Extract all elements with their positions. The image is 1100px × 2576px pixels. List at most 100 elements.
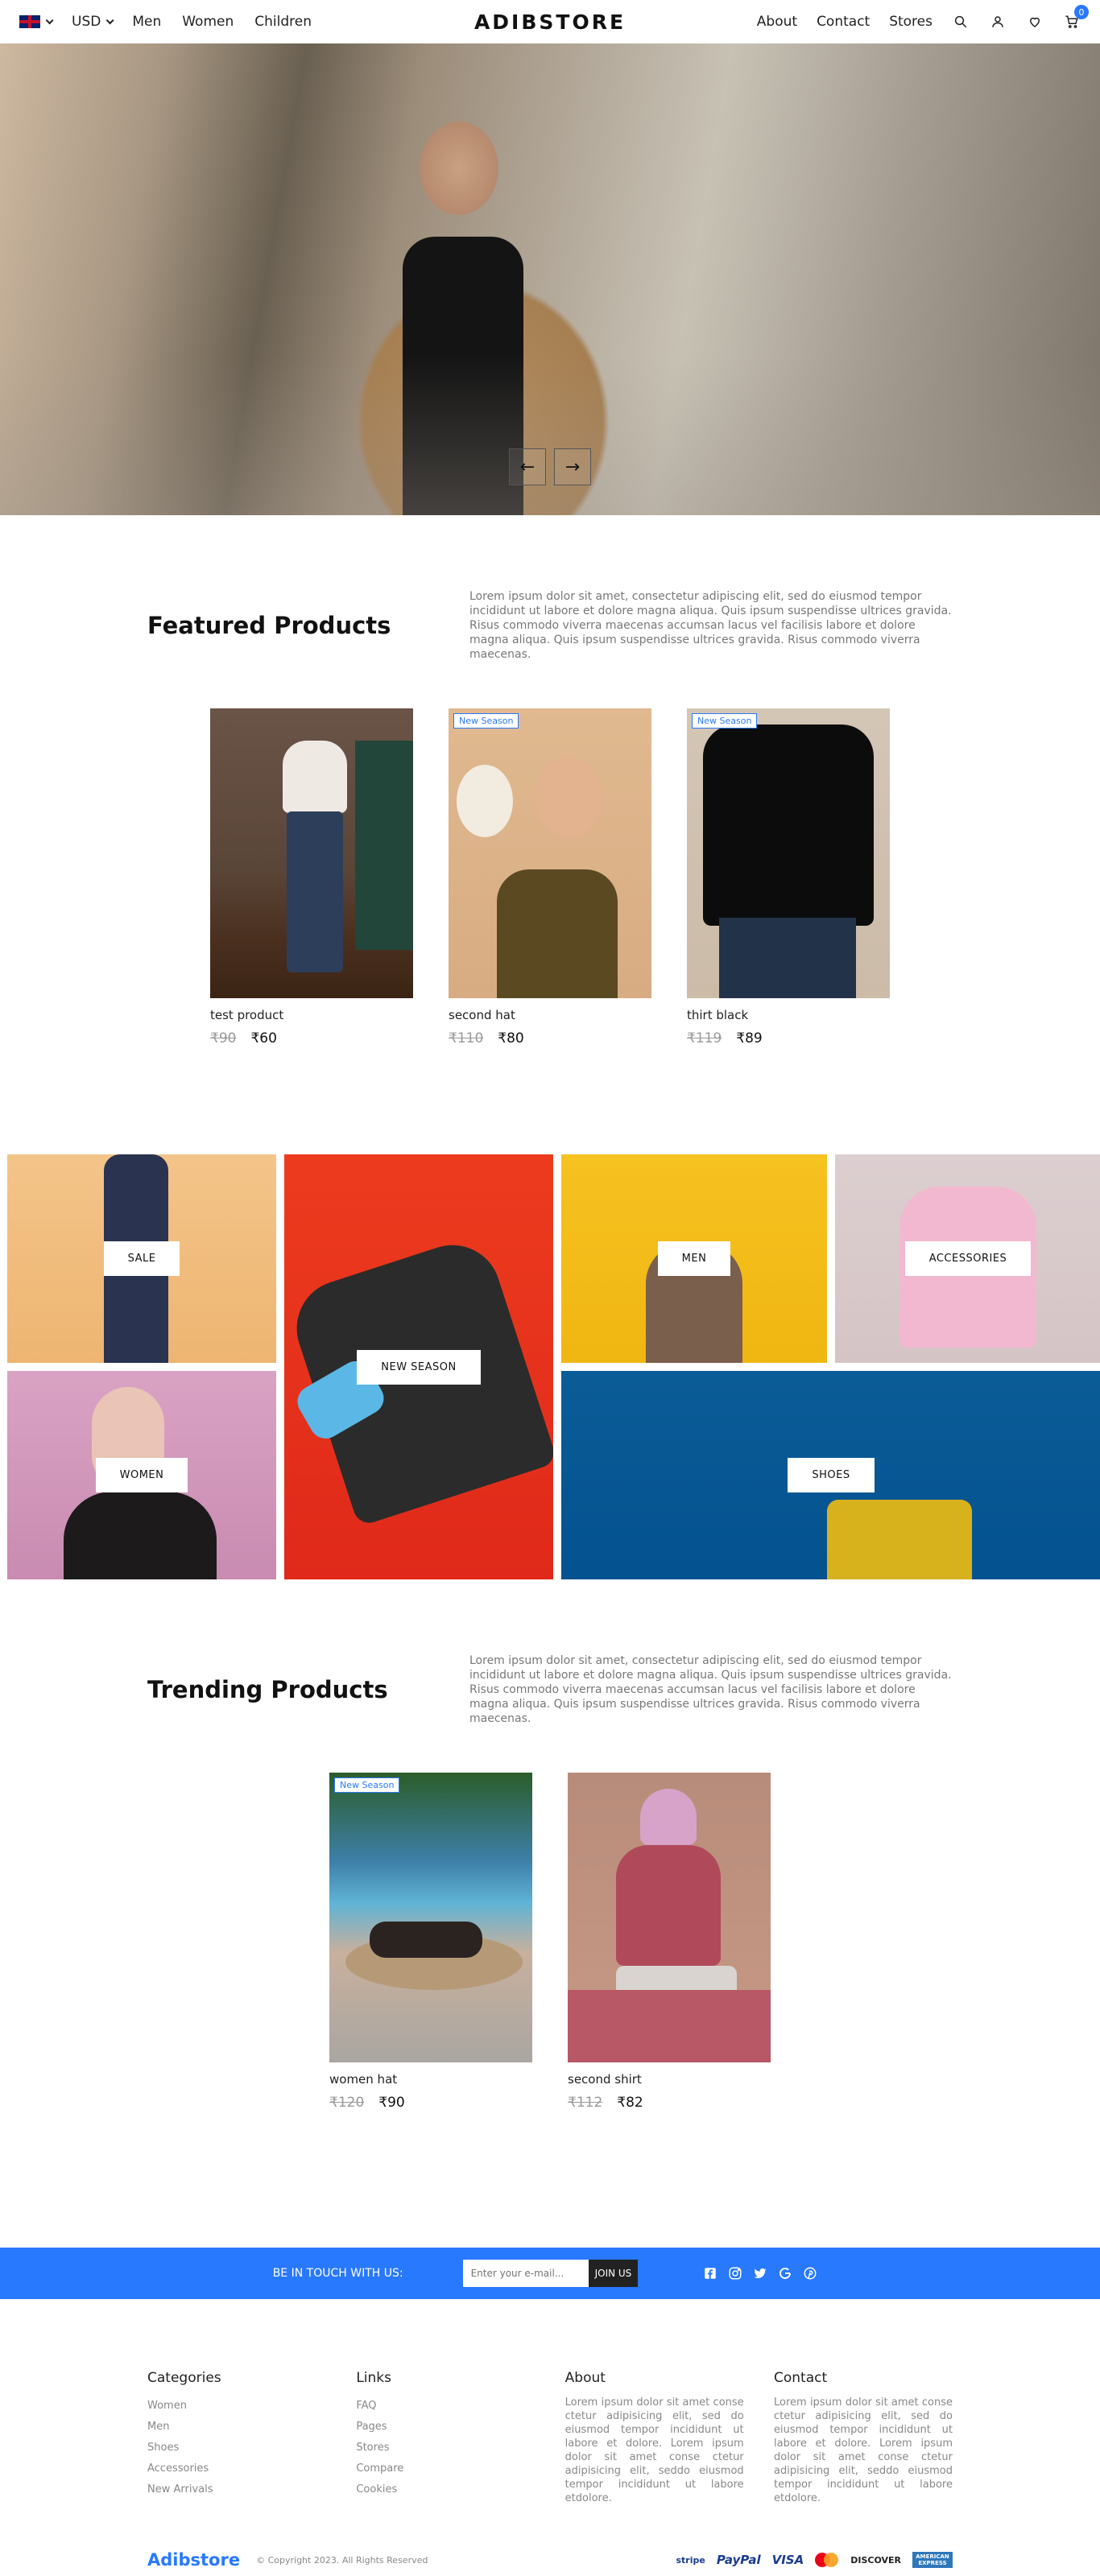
product-old-price: ₹119 [687,1030,722,1046]
footer: Categories Women Men Shoes Accessories N… [147,2299,953,2576]
account-button[interactable] [989,13,1007,31]
category-tile-new-season[interactable]: NEW SEASON [284,1154,553,1579]
product-name[interactable]: second shirt [568,2072,771,2087]
product-price: ₹119 ₹89 [687,1030,890,1046]
footer-link-faq[interactable]: FAQ [356,2396,535,2417]
hero-arrows: ← → [509,448,599,485]
footer-link-new-arrivals[interactable]: New Arrivals [147,2479,326,2500]
footer-about: About Lorem ipsum dolor sit amet conse c… [565,2370,744,2505]
google-link[interactable] [777,2265,793,2281]
product-current-price: ₹80 [498,1030,524,1046]
footer-columns: Categories Women Men Shoes Accessories N… [147,2370,953,2505]
currency-label: USD [72,14,101,30]
google-icon [780,2268,792,2279]
nav-link-contact[interactable]: Contact [817,14,870,30]
wishlist-button[interactable] [1026,13,1044,31]
pinterest-link[interactable] [802,2265,818,2281]
top-navbar: USD Men Women Children ADIBSTORE About C… [0,0,1100,43]
product-name[interactable]: second hat [449,1008,651,1022]
category-label-men[interactable]: MEN [657,1241,731,1276]
footer-link-women[interactable]: Women [147,2396,326,2417]
product-price: ₹110 ₹80 [449,1030,651,1046]
facebook-icon [705,2268,717,2279]
product-image[interactable]: New Season [329,1773,532,2062]
newsletter-email-input[interactable] [462,2260,589,2287]
pinterest-icon [804,2267,817,2280]
category-tile-sale[interactable]: SALE [7,1154,276,1363]
product-price: ₹90 ₹60 [210,1030,413,1046]
footer-link-compare[interactable]: Compare [356,2458,535,2479]
category-label-women[interactable]: WOMEN [95,1458,188,1492]
product-card-thirt-black[interactable]: New Season thirt black ₹119 ₹89 [687,708,890,1046]
trending-description: Lorem ipsum dolor sit amet, consectetur … [469,1654,952,1725]
product-card-second-hat[interactable]: New Season second hat ₹110 ₹80 [449,708,651,1046]
product-current-price: ₹82 [617,2095,643,2111]
join-us-button[interactable]: JOIN US [588,2260,639,2287]
footer-link-pages[interactable]: Pages [356,2417,535,2438]
product-image[interactable]: New Season [687,708,890,998]
instagram-link[interactable] [727,2265,743,2281]
category-label-sale[interactable]: SALE [103,1241,180,1276]
product-old-price: ₹120 [329,2095,365,2111]
nav-left: USD Men Women Children [19,14,333,30]
category-label-shoes[interactable]: SHOES [788,1458,875,1492]
hero-prev-button[interactable]: ← [509,448,546,485]
category-label-accessories[interactable]: ACCESSORIES [904,1241,1032,1276]
currency-selector[interactable]: USD [72,14,114,30]
product-card-women-hat[interactable]: New Season women hat ₹120 ₹90 [329,1773,532,2111]
category-tile-men[interactable]: MEN [561,1154,827,1363]
footer-link-men[interactable]: Men [147,2417,326,2438]
paypal-logo-icon: PayPal [716,2553,761,2567]
product-name[interactable]: women hat [329,2072,532,2087]
featured-products-section: Featured Products Lorem ipsum dolor sit … [0,515,1100,1046]
footer-bottom: Adibstore © Copyright 2023. All Rights R… [147,2544,953,2576]
twitter-link[interactable] [752,2265,768,2281]
category-tile-women[interactable]: WOMEN [7,1371,276,1579]
search-button[interactable] [952,13,970,31]
product-current-price: ₹89 [736,1030,763,1046]
product-image[interactable] [210,708,413,998]
trending-product-list: New Season women hat ₹120 ₹90 second shir… [0,1773,1100,2111]
nav-link-stores[interactable]: Stores [889,14,933,30]
category-label-new-season[interactable]: NEW SEASON [357,1349,481,1385]
product-image[interactable]: New Season [449,708,651,998]
product-old-price: ₹110 [449,1030,484,1046]
nav-right: About Contact Stores 0 [738,5,1089,31]
nav-link-about[interactable]: About [757,14,797,30]
trending-products-section: Trending Products Lorem ipsum dolor sit … [0,1579,1100,2111]
footer-link-cookies[interactable]: Cookies [356,2479,535,2500]
chevron-down-icon [105,15,114,24]
heart-icon [1029,17,1040,27]
footer-brand[interactable]: Adibstore [147,2550,240,2570]
nav-link-children[interactable]: Children [254,14,312,30]
copyright-text: © Copyright 2023. All Rights Reserved [256,2554,428,2566]
product-old-price: ₹112 [568,2095,603,2111]
category-tile-shoes[interactable]: SHOES [561,1371,1100,1579]
category-tile-accessories[interactable]: ACCESSORIES [835,1154,1100,1363]
nav-link-women[interactable]: Women [182,14,234,30]
product-name[interactable]: thirt black [687,1008,890,1022]
product-card-test-product[interactable]: test product ₹90 ₹60 [210,708,413,1046]
footer-categories-title: Categories [147,2370,221,2386]
footer-link-stores[interactable]: Stores [356,2438,535,2458]
site-logo[interactable]: ADIBSTORE [474,10,626,34]
cart-button[interactable]: 0 [1063,5,1089,31]
footer-links-title: Links [356,2370,391,2386]
facebook-link[interactable] [702,2265,718,2281]
product-card-second-shirt[interactable]: second shirt ₹112 ₹82 [568,1773,771,2111]
product-name[interactable]: test product [210,1008,413,1022]
hero-next-button[interactable]: → [554,448,591,485]
footer-link-shoes[interactable]: Shoes [147,2438,326,2458]
footer-link-accessories[interactable]: Accessories [147,2458,326,2479]
instagram-icon [729,2267,742,2280]
stripe-logo-icon: stripe [676,2554,705,2566]
product-price: ₹120 ₹90 [329,2095,532,2111]
amex-logo-icon: AMERICAN EXPRESS [912,2552,953,2568]
product-current-price: ₹60 [250,1030,277,1046]
new-season-badge: New Season [334,1777,400,1793]
visa-logo-icon: VISA [771,2553,804,2567]
nav-link-men[interactable]: Men [132,14,161,30]
language-selector[interactable] [19,15,54,28]
product-image[interactable] [568,1773,771,2062]
trending-header: Trending Products Lorem ipsum dolor sit … [147,1653,953,1726]
